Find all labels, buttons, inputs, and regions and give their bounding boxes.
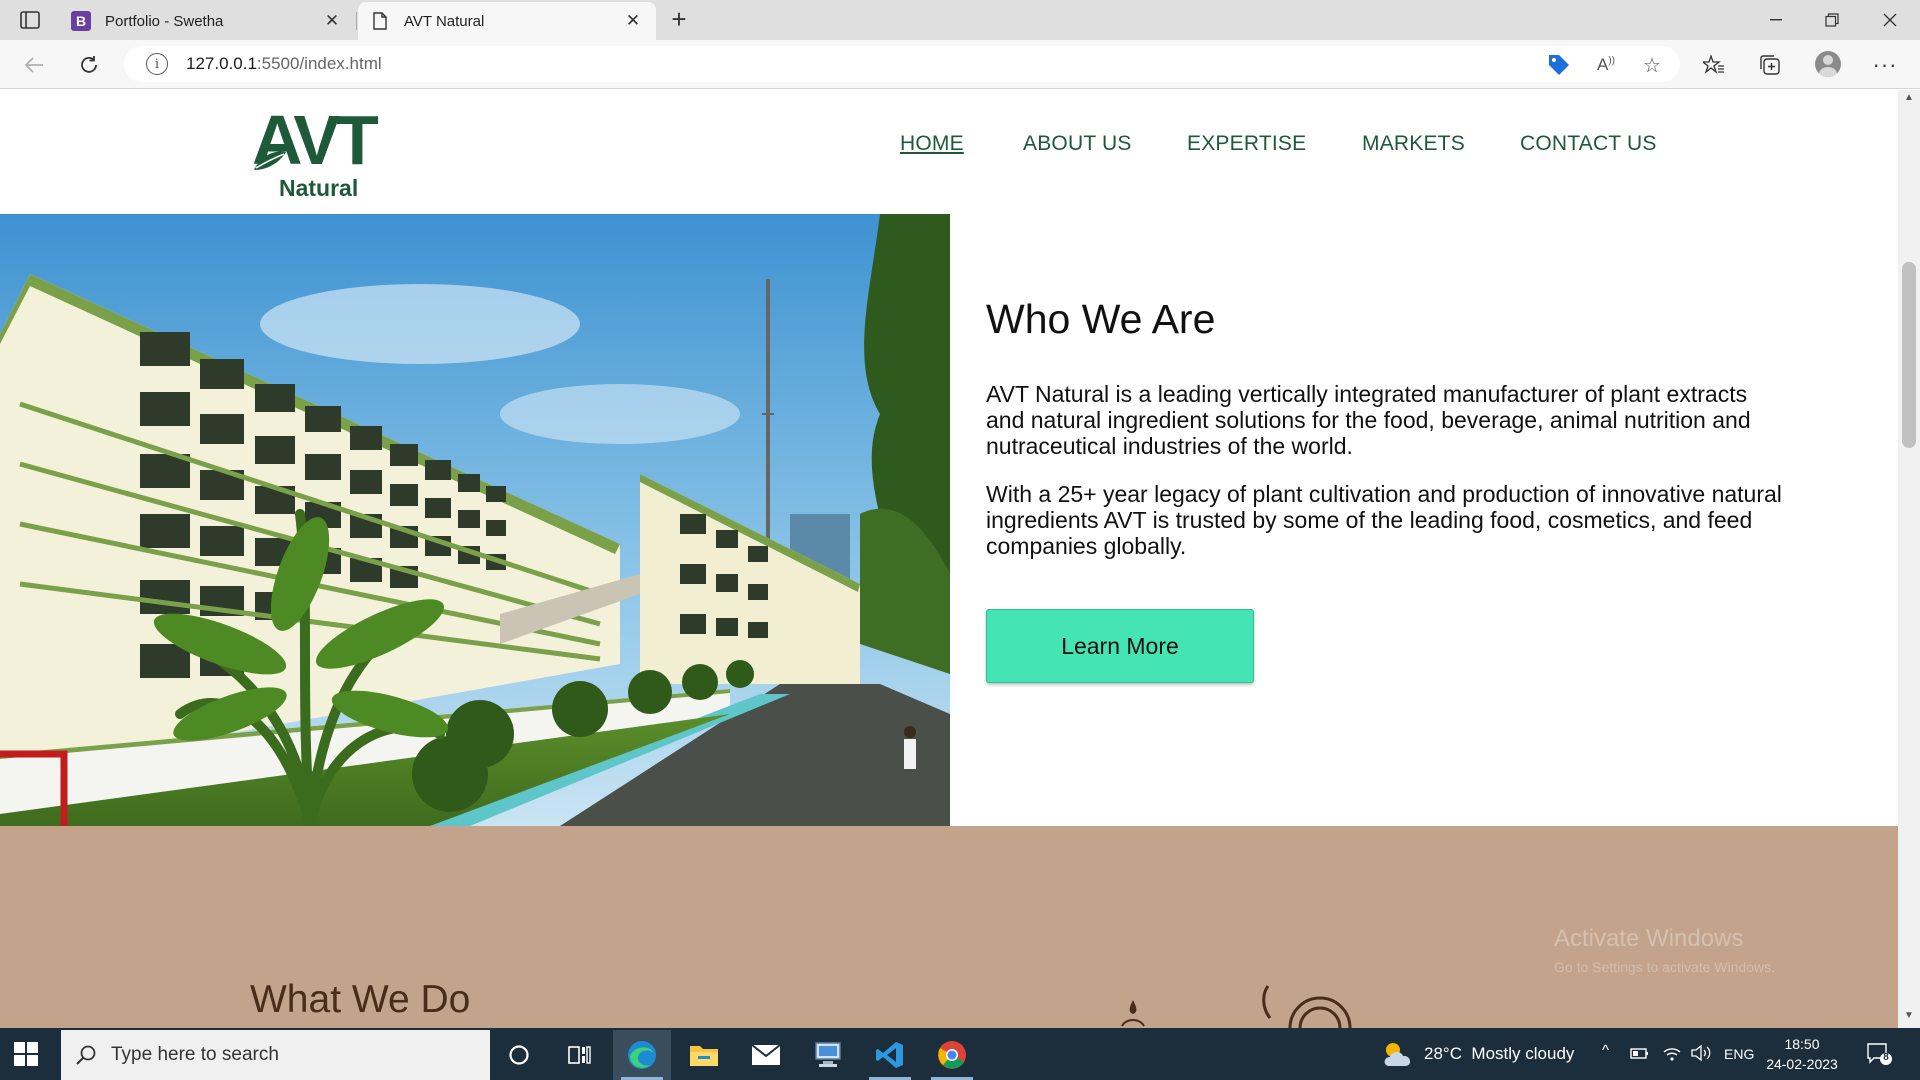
browser-tab-bar: B Portfolio - Swetha ✕ AVT Natural ✕ + xyxy=(0,0,1920,40)
clock-time: 18:50 xyxy=(1784,1036,1820,1052)
page-viewport: AVT Natural HOME ABOUT US EXPERTISE MARK… xyxy=(0,90,1898,1028)
scroll-up-icon[interactable]: ▲ xyxy=(1898,92,1920,108)
refresh-icon[interactable] xyxy=(71,48,107,82)
profile-avatar[interactable] xyxy=(1815,51,1841,77)
tab-close-icon[interactable]: ✕ xyxy=(321,11,343,31)
collections-icon[interactable] xyxy=(1755,50,1785,80)
close-window-icon[interactable] xyxy=(1862,0,1918,40)
address-bar[interactable]: i 127.0.0.1:5500/index.html xyxy=(124,46,1680,82)
add-favorite-icon[interactable]: ☆ xyxy=(1640,53,1664,77)
nav-expertise[interactable]: EXPERTISE xyxy=(1187,132,1306,156)
cortana-icon[interactable] xyxy=(490,1030,548,1080)
scrollbar-thumb[interactable] xyxy=(1902,262,1916,448)
shopping-tag-icon[interactable] xyxy=(1547,53,1571,77)
system-clock[interactable]: 18:50 24-02-2023 xyxy=(1760,1034,1844,1074)
read-aloud-icon[interactable]: A)) xyxy=(1594,53,1618,77)
settings-more-icon[interactable]: ··· xyxy=(1870,50,1900,80)
battery-icon[interactable] xyxy=(1630,1046,1650,1065)
factory-building-image xyxy=(0,214,950,826)
who-we-are-paragraph-2: With a 25+ year legacy of plant cultivat… xyxy=(986,481,1782,559)
page-favicon-icon xyxy=(370,11,390,31)
browser-toolbar: i 127.0.0.1:5500/index.html A)) ☆ ··· xyxy=(0,40,1920,89)
search-placeholder: Type here to search xyxy=(111,1044,279,1065)
nav-about-us[interactable]: ABOUT US xyxy=(1023,132,1132,156)
minimize-icon[interactable] xyxy=(1748,0,1804,40)
plant-drop-icon xyxy=(1118,998,1148,1028)
activate-windows-hint: Go to Settings to activate Windows. xyxy=(1554,959,1775,975)
scroll-down-icon[interactable]: ▼ xyxy=(1898,1010,1920,1026)
avt-natural-logo[interactable]: AVT Natural xyxy=(252,101,398,202)
search-icon xyxy=(76,1045,96,1065)
nav-contact-us[interactable]: CONTACT US xyxy=(1520,132,1657,156)
tab-avt-natural[interactable]: AVT Natural ✕ xyxy=(358,2,656,40)
what-we-do-heading: What We Do xyxy=(250,978,471,1021)
favorites-icon[interactable] xyxy=(1699,50,1729,80)
learn-more-button[interactable]: Learn More xyxy=(986,609,1254,683)
tab-title: Portfolio - Swetha xyxy=(105,12,224,30)
file-explorer-icon[interactable] xyxy=(675,1030,733,1080)
remote-desktop-icon[interactable] xyxy=(799,1030,857,1080)
volume-icon[interactable] xyxy=(1690,1044,1712,1067)
tab-portfolio[interactable]: B Portfolio - Swetha ✕ xyxy=(59,2,355,40)
tab-actions-icon[interactable] xyxy=(14,8,46,32)
weather-cloud-icon[interactable] xyxy=(1381,1040,1415,1073)
restore-icon[interactable] xyxy=(1804,0,1860,40)
language-indicator[interactable]: ENG xyxy=(1724,1046,1754,1062)
chrome-icon[interactable] xyxy=(923,1030,981,1080)
wifi-icon[interactable] xyxy=(1662,1044,1682,1067)
tab-favicon-icon: B xyxy=(71,11,91,31)
nav-markets[interactable]: MARKETS xyxy=(1362,132,1465,156)
windows-start-icon[interactable] xyxy=(14,1042,38,1066)
who-we-are-heading: Who We Are xyxy=(986,296,1216,342)
taskbar-search-box[interactable]: Type here to search xyxy=(61,1030,490,1080)
windows-taskbar: Type here to search 28°C Mostly cloudy ^… xyxy=(0,1028,1920,1080)
page-scrollbar[interactable]: ▲ ▼ xyxy=(1898,90,1920,1028)
weather-text[interactable]: 28°C Mostly cloudy xyxy=(1424,1044,1574,1064)
nav-home[interactable]: HOME xyxy=(900,132,964,156)
tab-close-icon[interactable]: ✕ xyxy=(622,11,644,31)
edge-browser-icon[interactable] xyxy=(613,1030,671,1080)
new-tab-icon[interactable]: + xyxy=(664,6,694,34)
back-icon[interactable] xyxy=(16,48,52,82)
svg-text:AVT: AVT xyxy=(252,102,378,179)
svg-text:Natural: Natural xyxy=(279,175,358,201)
tab-separator xyxy=(356,12,357,30)
tab-title: AVT Natural xyxy=(404,12,485,30)
vscode-icon[interactable] xyxy=(861,1030,919,1080)
what-we-do-section: What We Do Activate Windows Go to Settin… xyxy=(0,826,1898,1028)
show-hidden-icons-icon[interactable]: ^ xyxy=(1602,1042,1609,1059)
clock-date: 24-02-2023 xyxy=(1766,1056,1838,1072)
notification-center-icon[interactable]: 8 xyxy=(1866,1042,1892,1071)
url-text[interactable]: 127.0.0.1:5500/index.html xyxy=(186,54,382,74)
activate-windows-watermark: Activate Windows xyxy=(1554,925,1744,952)
mail-icon[interactable] xyxy=(737,1030,795,1080)
notification-count: 8 xyxy=(1883,1052,1889,1063)
site-info-icon[interactable]: i xyxy=(146,53,168,75)
task-view-icon[interactable] xyxy=(551,1030,609,1080)
who-we-are-paragraph-1: AVT Natural is a leading vertically inte… xyxy=(986,381,1751,459)
leaf-circle-icon xyxy=(1260,984,1360,1028)
